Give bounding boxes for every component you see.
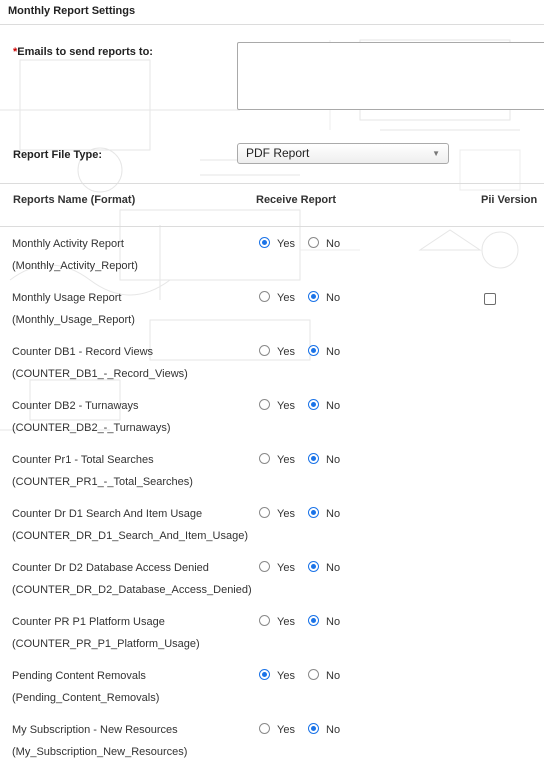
receive-no-radio[interactable] <box>308 399 319 410</box>
report-code: (COUNTER_DR_D2_Database_Access_Denied) <box>12 584 252 596</box>
receive-yes-radio[interactable] <box>259 237 270 248</box>
receive-no-radio[interactable] <box>308 669 319 680</box>
report-name: Counter DB1 - Record Views <box>12 346 154 358</box>
receive-yes-radio[interactable] <box>259 399 270 410</box>
report-row: Monthly Activity Report (Monthly_Activit… <box>0 227 544 281</box>
file-type-label: Report File Type: <box>13 149 103 161</box>
report-name: Pending Content Removals <box>12 670 146 682</box>
receive-no-radio[interactable] <box>308 561 319 572</box>
report-code: (COUNTER_PR1_-_Total_Searches) <box>12 476 193 488</box>
report-row: Counter Dr D1 Search And Item Usage (COU… <box>0 497 544 551</box>
table-header: Reports Name (Format) Receive Report Pii… <box>0 184 544 227</box>
receive-no-radio[interactable] <box>308 507 319 518</box>
receive-yes-label: Yes <box>277 508 295 520</box>
report-list: Monthly Activity Report (Monthly_Activit… <box>0 227 544 767</box>
report-row: Counter Dr D2 Database Access Denied (CO… <box>0 551 544 605</box>
receive-yes-label: Yes <box>277 346 295 358</box>
column-header-receive: Receive Report <box>256 194 337 206</box>
report-name: Counter DB2 - Turnaways <box>12 400 139 412</box>
receive-yes-radio[interactable] <box>259 345 270 356</box>
receive-yes-label: Yes <box>277 400 295 412</box>
receive-yes-label: Yes <box>277 616 295 628</box>
receive-no-radio[interactable] <box>308 345 319 356</box>
report-row: Pending Content Removals (Pending_Conten… <box>0 659 544 713</box>
file-type-selected-value: PDF Report <box>246 146 310 160</box>
report-row: Counter PR P1 Platform Usage (COUNTER_PR… <box>0 605 544 659</box>
receive-no-radio[interactable] <box>308 723 319 734</box>
receive-no-label: No <box>326 238 341 250</box>
receive-no-radio[interactable] <box>308 291 319 302</box>
receive-no-label: No <box>326 508 341 520</box>
receive-no-radio[interactable] <box>308 453 319 464</box>
report-name: Monthly Activity Report <box>12 238 124 250</box>
receive-yes-radio[interactable] <box>259 507 270 518</box>
emails-row: *Emails to send reports to: <box>0 25 544 119</box>
emails-textarea[interactable] <box>237 42 544 110</box>
report-code: (Pending_Content_Removals) <box>12 692 160 704</box>
emails-label: *Emails to send reports to: <box>13 46 153 58</box>
receive-yes-radio[interactable] <box>259 291 270 302</box>
report-row: Counter DB2 - Turnaways (COUNTER_DB2_-_T… <box>0 389 544 443</box>
report-code: (COUNTER_DR_D1_Search_And_Item_Usage) <box>12 530 248 542</box>
column-header-pii: Pii Version <box>481 194 538 206</box>
receive-yes-label: Yes <box>277 454 295 466</box>
file-type-row: Report File Type: PDF Report ▼ <box>0 119 544 184</box>
receive-yes-radio[interactable] <box>259 723 270 734</box>
report-name: Counter Dr D1 Search And Item Usage <box>12 508 203 520</box>
receive-no-label: No <box>326 346 341 358</box>
receive-no-label: No <box>326 292 341 304</box>
report-name: Counter PR P1 Platform Usage <box>12 616 165 628</box>
receive-yes-radio[interactable] <box>259 453 270 464</box>
receive-yes-label: Yes <box>277 292 295 304</box>
receive-yes-label: Yes <box>277 562 295 574</box>
receive-no-label: No <box>326 562 341 574</box>
report-name: My Subscription - New Resources <box>12 724 178 736</box>
file-type-select[interactable]: PDF Report ▼ <box>237 143 449 164</box>
receive-no-label: No <box>326 454 341 466</box>
receive-yes-label: Yes <box>277 670 295 682</box>
chevron-down-icon: ▼ <box>432 149 440 158</box>
receive-no-radio[interactable] <box>308 615 319 626</box>
receive-yes-radio[interactable] <box>259 561 270 572</box>
report-code: (Monthly_Activity_Report) <box>12 260 138 272</box>
report-code: (My_Subscription_New_Resources) <box>12 746 188 758</box>
receive-no-radio[interactable] <box>308 237 319 248</box>
report-row: Counter DB1 - Record Views (COUNTER_DB1_… <box>0 335 544 389</box>
report-row: My Subscription - New Resources (My_Subs… <box>0 713 544 767</box>
receive-yes-label: Yes <box>277 238 295 250</box>
report-code: (COUNTER_DB1_-_Record_Views) <box>12 368 188 380</box>
receive-no-label: No <box>326 724 341 736</box>
report-row: Counter Pr1 - Total Searches (COUNTER_PR… <box>0 443 544 497</box>
report-row: Monthly Usage Report (Monthly_Usage_Repo… <box>0 281 544 335</box>
receive-no-label: No <box>326 670 341 682</box>
report-code: (COUNTER_DB2_-_Turnaways) <box>12 422 171 434</box>
report-code: (Monthly_Usage_Report) <box>12 314 135 326</box>
report-name: Monthly Usage Report <box>12 292 122 304</box>
report-name: Counter Dr D2 Database Access Denied <box>12 562 209 574</box>
column-header-name: Reports Name (Format) <box>13 194 136 206</box>
receive-no-label: No <box>326 616 341 628</box>
receive-no-label: No <box>326 400 341 412</box>
report-name: Counter Pr1 - Total Searches <box>12 454 154 466</box>
receive-yes-radio[interactable] <box>259 615 270 626</box>
pii-version-checkbox[interactable] <box>484 293 496 305</box>
report-code: (COUNTER_PR_P1_Platform_Usage) <box>12 638 200 650</box>
section-title: Monthly Report Settings <box>0 0 544 25</box>
receive-yes-label: Yes <box>277 724 295 736</box>
receive-yes-radio[interactable] <box>259 669 270 680</box>
